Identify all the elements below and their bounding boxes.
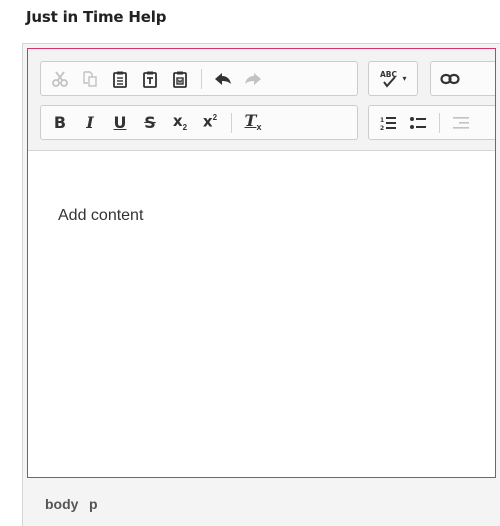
italic-button[interactable]: I	[75, 109, 105, 137]
editor-elements-path: body p	[23, 482, 500, 526]
paste-from-word-button[interactable]	[165, 65, 195, 93]
clipboard-icon	[113, 71, 127, 88]
elements-path-p[interactable]: p	[89, 496, 98, 512]
clipboard-word-icon	[173, 71, 187, 88]
toolbar-separator	[231, 112, 232, 133]
strikethrough-icon: S	[144, 112, 156, 132]
links-toolbar-group	[430, 61, 495, 96]
svg-text:2: 2	[380, 125, 384, 131]
spellcheck-icon: ABC	[380, 70, 398, 88]
redo-icon	[245, 72, 261, 85]
underline-button[interactable]: U	[105, 109, 135, 137]
spellcheck-toolbar-group: ABC ▾	[368, 61, 418, 96]
clipboard-text-icon	[143, 71, 157, 88]
basic-styles-toolbar-group: B I U S x2 x2 Tx	[40, 105, 358, 140]
chevron-down-icon: ▾	[402, 74, 407, 83]
superscript-icon: x2	[202, 112, 218, 131]
bulleted-list-button[interactable]	[403, 109, 433, 137]
bold-button[interactable]: B	[45, 109, 75, 137]
subscript-icon: x2	[172, 111, 188, 133]
toolbar-separator	[439, 112, 440, 133]
bold-icon: B	[53, 112, 67, 132]
spellcheck-button[interactable]: ABC ▾	[371, 65, 415, 93]
outdent-icon	[453, 116, 469, 129]
copy-button[interactable]	[75, 65, 105, 93]
scissors-icon	[52, 70, 68, 87]
editor-toolbar: ABC ▾ B I U S x2 x2 Tx 1 2	[28, 49, 495, 151]
editor-placeholder: Add content	[58, 207, 144, 224]
svg-text:1: 1	[380, 117, 384, 124]
subscript-button[interactable]: x2	[165, 109, 195, 137]
redo-button[interactable]	[238, 65, 268, 93]
link-button[interactable]	[435, 65, 465, 93]
undo-button[interactable]	[208, 65, 238, 93]
paste-as-text-button[interactable]	[135, 65, 165, 93]
italic-icon: I	[86, 112, 94, 132]
superscript-button[interactable]: x2	[195, 109, 225, 137]
cut-button[interactable]	[45, 65, 75, 93]
numbered-list-button[interactable]: 1 2	[373, 109, 403, 137]
toolbar-separator	[201, 68, 202, 89]
clipboard-toolbar-group	[40, 61, 358, 96]
list-toolbar-group: 1 2	[368, 105, 495, 140]
editor-content-area[interactable]: Add content	[28, 151, 495, 477]
elements-path-body[interactable]: body	[45, 496, 78, 512]
paste-button[interactable]	[105, 65, 135, 93]
editor-focus-frame: ABC ▾ B I U S x2 x2 Tx 1 2 Add content	[27, 48, 496, 478]
numbered-list-icon: 1 2	[380, 116, 396, 131]
strikethrough-button[interactable]: S	[135, 109, 165, 137]
link-icon	[440, 73, 460, 84]
underline-icon: U	[113, 112, 127, 132]
bulleted-list-icon	[410, 116, 426, 129]
undo-icon	[215, 72, 231, 85]
decrease-indent-button[interactable]	[446, 109, 476, 137]
rich-text-editor: ABC ▾ B I U S x2 x2 Tx 1 2 Add content b…	[22, 43, 500, 526]
section-title: Just in Time Help	[26, 8, 167, 26]
copy-icon	[83, 70, 97, 87]
remove-format-icon: Tx	[244, 110, 262, 133]
remove-format-button[interactable]: Tx	[238, 109, 268, 137]
